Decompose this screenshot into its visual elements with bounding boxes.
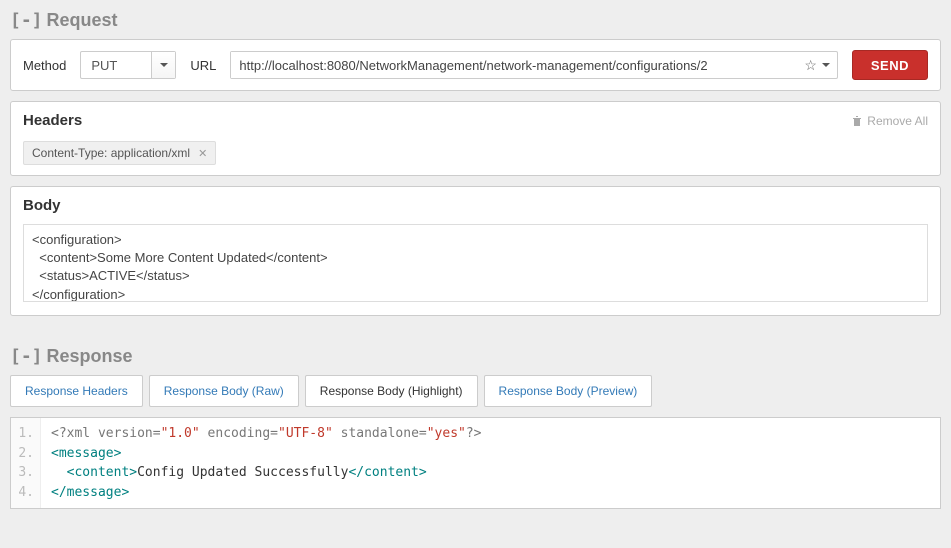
url-label: URL: [190, 58, 216, 73]
response-code-panel: 1.2.3.4. <?xml version="1.0" encoding="U…: [10, 417, 941, 509]
chevron-down-icon[interactable]: [821, 57, 831, 73]
method-label: Method: [23, 58, 66, 73]
body-panel: Body: [10, 186, 941, 316]
request-title: Request: [47, 10, 118, 31]
remove-all-label: Remove All: [867, 114, 928, 128]
send-button[interactable]: SEND: [852, 50, 928, 80]
code-line: <?xml version="1.0" encoding="UTF-8" sta…: [51, 424, 482, 444]
header-tag[interactable]: Content-Type: application/xml ✕: [23, 141, 216, 165]
response-title: Response: [47, 346, 133, 367]
code-line: <message>: [51, 444, 482, 464]
code-line: <content>Config Updated Successfully</co…: [51, 463, 482, 483]
headers-panel: Headers Remove All Content-Type: applica…: [10, 101, 941, 176]
tab-response-body-raw[interactable]: Response Body (Raw): [149, 375, 299, 407]
body-textarea[interactable]: [23, 224, 928, 302]
method-select[interactable]: PUT: [80, 51, 176, 79]
response-section-header: [-] Response: [0, 336, 951, 375]
chevron-down-icon[interactable]: [151, 52, 175, 78]
url-input-wrap: ☆: [230, 51, 837, 79]
header-tag-text: Content-Type: application/xml: [32, 146, 190, 160]
code-line: </message>: [51, 483, 482, 503]
url-input[interactable]: [231, 52, 798, 78]
method-value: PUT: [81, 58, 151, 73]
response-tabs: Response Headers Response Body (Raw) Res…: [10, 375, 941, 407]
request-section-header: [-] Request: [0, 0, 951, 39]
star-icon[interactable]: ☆: [804, 57, 817, 74]
trash-icon: [851, 115, 863, 127]
tab-response-body-highlight[interactable]: Response Body (Highlight): [305, 375, 478, 407]
line-gutter: 1.2.3.4.: [11, 418, 41, 508]
remove-all-button[interactable]: Remove All: [851, 114, 928, 128]
request-line-panel: Method PUT URL ☆ SEND: [10, 39, 941, 91]
body-title: Body: [23, 197, 928, 214]
code-area: <?xml version="1.0" encoding="UTF-8" sta…: [41, 418, 492, 508]
tab-response-body-preview[interactable]: Response Body (Preview): [484, 375, 653, 407]
collapse-toggle-icon[interactable]: [-]: [10, 10, 43, 31]
close-icon[interactable]: ✕: [198, 147, 207, 160]
url-actions: ☆: [798, 57, 837, 74]
headers-title: Headers: [23, 112, 82, 129]
tab-response-headers[interactable]: Response Headers: [10, 375, 143, 407]
collapse-toggle-icon[interactable]: [-]: [10, 346, 43, 367]
